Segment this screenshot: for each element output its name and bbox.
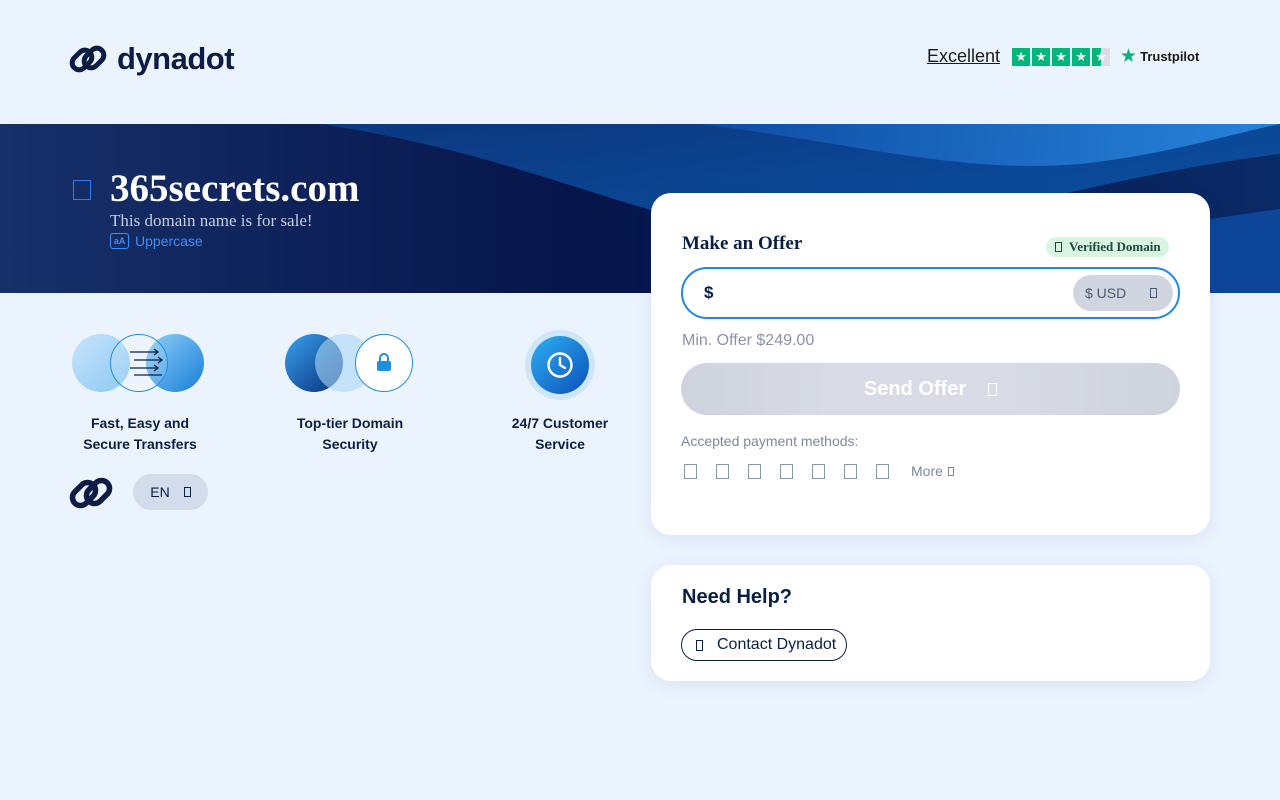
payment-methods-label: Accepted payment methods: bbox=[681, 433, 859, 449]
contact-label: Contact Dynadot bbox=[717, 636, 837, 653]
payment-icon-1 bbox=[684, 463, 697, 479]
chain-link-icon bbox=[69, 45, 107, 73]
feature-label-line2: Security bbox=[322, 436, 378, 452]
more-payment-methods[interactable]: More bbox=[911, 463, 954, 479]
feature-label-line2: Secure Transfers bbox=[83, 436, 197, 452]
for-sale-subtitle: This domain name is for sale! bbox=[110, 211, 313, 230]
feature-security: Top-tier Domain Security bbox=[260, 330, 440, 455]
offer-amount-field: $ $ USD bbox=[681, 267, 1180, 319]
uppercase-label: Uppercase bbox=[135, 233, 203, 249]
case-icon: aA bbox=[110, 233, 129, 249]
language-selector[interactable]: EN bbox=[133, 474, 208, 510]
payment-icon-4 bbox=[780, 463, 793, 479]
star-icon: ★ bbox=[1072, 47, 1091, 66]
currency-symbol: $ bbox=[704, 283, 714, 302]
help-title: Need Help? bbox=[682, 586, 793, 608]
payment-icon-3 bbox=[748, 463, 761, 479]
clock-icon bbox=[525, 330, 595, 400]
star-icon: ★ bbox=[1052, 47, 1071, 66]
trustpilot-logo: ★ Trustpilot bbox=[1120, 47, 1199, 66]
domain-name: 365secrets.com bbox=[110, 167, 360, 210]
send-offer-label: Send Offer bbox=[863, 377, 967, 400]
payment-icon-7 bbox=[876, 463, 889, 479]
dynadot-logo[interactable]: dynadot bbox=[69, 40, 235, 78]
trustpilot-stars: ★ ★ ★ ★ ★ bbox=[1012, 47, 1111, 66]
trustpilot-star-icon: ★ bbox=[1120, 46, 1138, 67]
verified-label: Verified Domain bbox=[1069, 239, 1161, 254]
chain-link-icon bbox=[69, 477, 113, 509]
transfer-icon bbox=[70, 330, 210, 396]
star-icon: ★ bbox=[1032, 47, 1051, 66]
star-icon: ★ bbox=[1012, 47, 1031, 66]
trustpilot-rating-word[interactable]: Excellent bbox=[927, 46, 1000, 67]
bookmark-icon[interactable] bbox=[73, 180, 91, 200]
brand-name: dynadot bbox=[117, 41, 235, 76]
feature-support: 24/7 Customer Service bbox=[470, 330, 650, 455]
payment-methods-list: More bbox=[684, 463, 954, 479]
contact-button[interactable]: Contact Dynadot bbox=[681, 629, 848, 661]
payment-icon-5 bbox=[812, 463, 825, 479]
feature-label-line1: 24/7 Customer bbox=[511, 415, 609, 431]
currency-label: $ USD bbox=[1085, 285, 1127, 301]
trustpilot-brand: Trustpilot bbox=[1140, 49, 1200, 64]
chevron-down-icon bbox=[1150, 288, 1157, 298]
feature-label-line1: Fast, Easy and bbox=[90, 415, 190, 431]
chevron-down-icon bbox=[183, 487, 191, 497]
payment-icon-6 bbox=[844, 463, 857, 479]
chevron-down-icon bbox=[947, 466, 954, 476]
offer-card: Make an Offer Verified Domain $ $ USD Mi… bbox=[651, 193, 1210, 535]
uppercase-toggle[interactable]: aA Uppercase bbox=[110, 233, 203, 249]
trustpilot-widget[interactable]: Excellent ★ ★ ★ ★ ★ ★ Trustpilot bbox=[927, 46, 1199, 67]
arrow-right-icon bbox=[988, 382, 998, 396]
more-label: More bbox=[911, 463, 943, 479]
offer-title: Make an Offer bbox=[682, 233, 803, 254]
offer-amount-input[interactable] bbox=[713, 269, 1073, 317]
payment-icon-2 bbox=[716, 463, 729, 479]
help-card: Need Help? Contact Dynadot bbox=[651, 565, 1210, 681]
footer-logo[interactable] bbox=[69, 471, 113, 520]
feature-label-line1: Top-tier Domain bbox=[296, 415, 404, 431]
feature-transfers: Fast, Easy and Secure Transfers bbox=[50, 330, 230, 455]
shield-check-icon bbox=[1055, 242, 1062, 252]
lock-icon bbox=[285, 330, 415, 396]
send-offer-button[interactable]: Send Offer bbox=[681, 363, 1180, 415]
feature-label-line2: Service bbox=[535, 436, 585, 452]
currency-select[interactable]: $ USD bbox=[1073, 275, 1173, 311]
verified-badge: Verified Domain bbox=[1046, 237, 1169, 257]
language-label: EN bbox=[150, 484, 170, 500]
half-star-icon: ★ bbox=[1092, 47, 1111, 66]
min-offer-text: Min. Offer $249.00 bbox=[682, 332, 815, 349]
chat-icon bbox=[696, 639, 703, 651]
